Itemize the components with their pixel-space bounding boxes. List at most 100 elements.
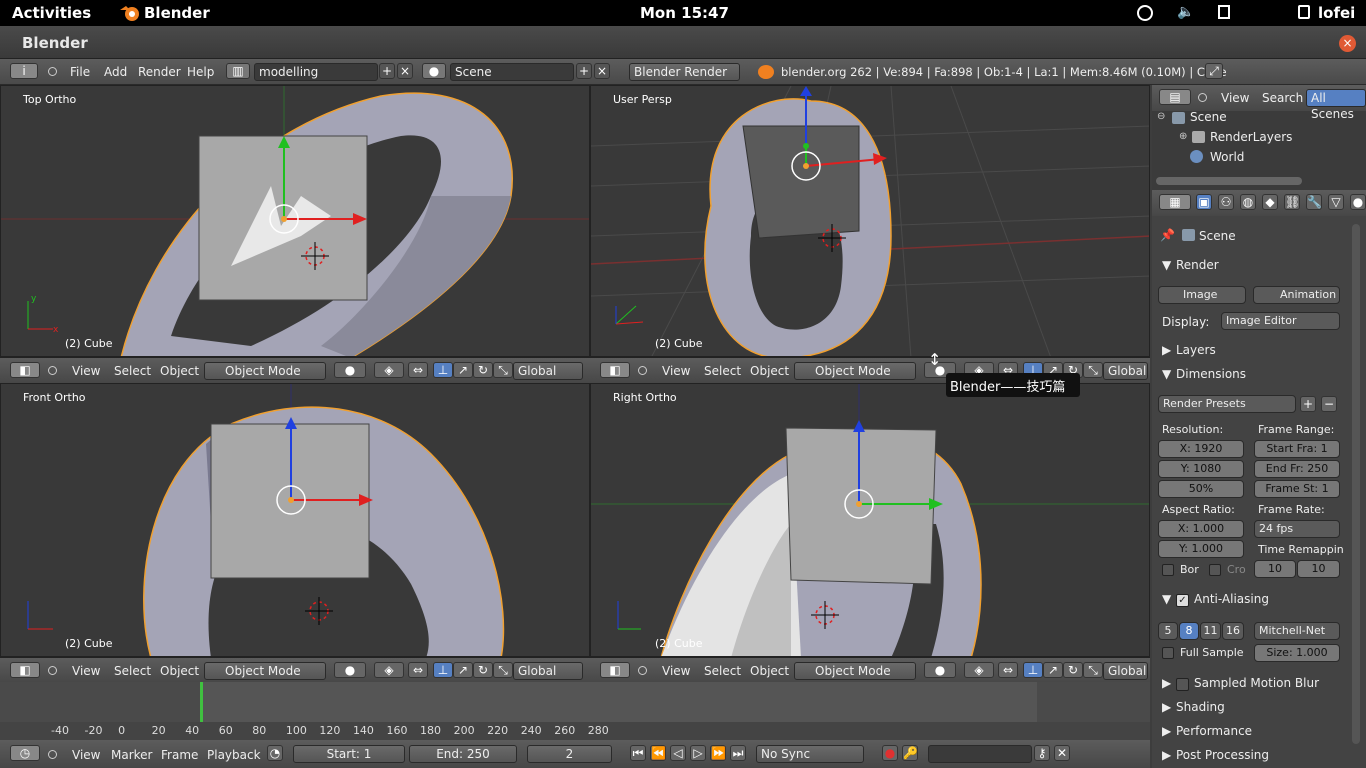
end-frame-field[interactable]: End Fr: 250 (1254, 460, 1340, 478)
translate-icon[interactable]: ⊥ (1023, 662, 1043, 678)
sync-select[interactable]: No Sync (756, 745, 864, 763)
viewport-front-ortho[interactable]: Front Ortho (2) Cube (0, 383, 590, 657)
shading-icon[interactable]: ● (924, 662, 956, 678)
frame-step-field[interactable]: Frame St: 1 (1254, 480, 1340, 498)
menu-view[interactable]: View (72, 748, 100, 762)
aa-samples-11[interactable]: 11 (1200, 622, 1221, 640)
collapse-icon[interactable] (1198, 93, 1207, 102)
play-icon[interactable]: ▷ (690, 745, 706, 761)
remap-old-field[interactable]: 10 (1254, 560, 1296, 578)
menu-view[interactable]: View (72, 364, 100, 378)
constraints-tab-icon[interactable]: ⛓ (1284, 194, 1300, 210)
volume-icon[interactable]: 🔈 (1177, 4, 1194, 20)
editor-type-icon[interactable]: ◧ (600, 362, 630, 378)
jump-key-back-icon[interactable]: ⏪ (650, 745, 666, 761)
properties-scrollbar[interactable] (1352, 224, 1360, 744)
pivot-icon[interactable]: ◈ (374, 362, 404, 378)
aa-checkbox[interactable]: ✓ (1176, 594, 1189, 607)
aa-size-field[interactable]: Size: 1.000 (1254, 644, 1340, 662)
render-image-button[interactable]: Image (1158, 286, 1246, 304)
orientation-select[interactable]: Global (1103, 362, 1148, 380)
menu-frame[interactable]: Frame (161, 748, 198, 762)
rotate-icon[interactable]: ↻ (473, 662, 493, 678)
render-presets-select[interactable]: Render Presets (1158, 395, 1296, 413)
editor-type-icon[interactable]: i (10, 63, 38, 79)
display-mode-select[interactable]: All Scenes (1306, 89, 1366, 121)
menu-render[interactable]: Render (138, 65, 181, 79)
menu-select[interactable]: Select (114, 364, 151, 378)
menu-add[interactable]: Add (104, 65, 127, 79)
mode-select[interactable]: Object Mode (794, 662, 916, 680)
menu-view[interactable]: View (72, 664, 100, 678)
display-select[interactable]: Image Editor (1221, 312, 1340, 330)
world-tab-icon[interactable]: ◍ (1240, 194, 1256, 210)
menu-object[interactable]: Object (160, 664, 199, 678)
motion-blur-checkbox[interactable] (1176, 678, 1189, 691)
outliner-scrollbar[interactable] (1156, 177, 1302, 185)
scene-field[interactable]: Scene (450, 63, 574, 81)
data-tab-icon[interactable]: ▽ (1328, 194, 1344, 210)
render-section-header[interactable]: ▼ Render (1152, 256, 1342, 278)
menu-object[interactable]: Object (750, 364, 789, 378)
mode-select[interactable]: Object Mode (204, 362, 326, 380)
mode-select[interactable]: Object Mode (204, 662, 326, 680)
object-tab-icon[interactable]: ◆ (1262, 194, 1278, 210)
collapse-icon[interactable] (48, 666, 57, 675)
orientation-select[interactable]: Global (513, 662, 583, 680)
collapse-icon[interactable] (48, 366, 57, 375)
menu-view[interactable]: View (662, 364, 690, 378)
menu-help[interactable]: Help (187, 65, 214, 79)
scale-icon[interactable]: ⤡ (493, 362, 513, 378)
remove-preset-icon[interactable]: − (1321, 396, 1337, 412)
editor-type-icon[interactable]: ◧ (600, 662, 630, 678)
accessibility-icon[interactable] (1137, 5, 1153, 21)
menu-view[interactable]: View (1221, 91, 1249, 105)
pin-icon[interactable]: 📌 (1160, 228, 1175, 242)
pivot-icon[interactable]: ◈ (964, 662, 994, 678)
frame-rate-select[interactable]: 24 fps (1254, 520, 1340, 538)
clock[interactable]: Mon 15:47 (640, 4, 729, 22)
aa-samples-5[interactable]: 5 (1158, 622, 1178, 640)
render-tab-icon[interactable]: ▣ (1196, 194, 1212, 210)
preview-range-icon[interactable]: ◔ (267, 745, 283, 761)
menu-select[interactable]: Select (704, 664, 741, 678)
collapse-icon[interactable] (48, 750, 57, 759)
outliner-item[interactable]: World (1210, 150, 1244, 164)
jump-end-icon[interactable]: ⏭ (730, 745, 746, 761)
performance-section-header[interactable]: ▶ Performance (1152, 722, 1342, 744)
user-name[interactable]: lofei (1318, 4, 1355, 22)
pivot-icon[interactable]: ◈ (374, 662, 404, 678)
remove-scene-icon[interactable]: × (594, 63, 610, 79)
move-arrow-icon[interactable]: ↗ (453, 362, 473, 378)
editor-type-icon[interactable]: ▦ (1159, 194, 1191, 210)
menu-file[interactable]: File (70, 65, 90, 79)
menu-object[interactable]: Object (750, 664, 789, 678)
insert-key-icon[interactable]: ⚷ (1034, 745, 1050, 761)
outliner-item[interactable]: Scene (1190, 110, 1227, 124)
aa-samples-8[interactable]: 8 (1179, 622, 1199, 640)
menu-view[interactable]: View (662, 664, 690, 678)
add-scene-icon[interactable]: + (576, 63, 592, 79)
remap-new-field[interactable]: 10 (1297, 560, 1340, 578)
material-tab-icon[interactable]: ● (1350, 194, 1366, 210)
current-frame-field[interactable]: 2 (527, 745, 612, 763)
anti-aliasing-section-header[interactable]: ▼ ✓ Anti-Aliasing (1152, 590, 1342, 612)
aspect-x-field[interactable]: X: 1.000 (1158, 520, 1244, 538)
scene-tab-icon[interactable]: ⚇ (1218, 194, 1234, 210)
dimensions-section-header[interactable]: ▼ Dimensions (1152, 365, 1342, 387)
resolution-x-field[interactable]: X: 1920 (1158, 440, 1244, 458)
scale-icon[interactable]: ⤡ (493, 662, 513, 678)
outliner-item[interactable]: RenderLayers (1210, 130, 1292, 144)
post-processing-section-header[interactable]: ▶ Post Processing (1152, 746, 1342, 768)
translate-icon[interactable]: ⊥ (433, 362, 453, 378)
network-icon[interactable] (1218, 5, 1230, 19)
editor-type-icon[interactable]: ▤ (1159, 89, 1191, 105)
rotate-icon[interactable]: ↻ (473, 362, 493, 378)
app-menu[interactable]: Blender (144, 4, 210, 22)
keying-icon[interactable]: 🔑 (902, 745, 918, 761)
delete-key-icon[interactable]: ✕ (1054, 745, 1070, 761)
border-checkbox[interactable] (1162, 564, 1174, 576)
expand-icon[interactable]: ⊖ (1157, 111, 1165, 122)
crop-checkbox[interactable] (1209, 564, 1221, 576)
orientation-select[interactable]: Global (513, 362, 583, 380)
